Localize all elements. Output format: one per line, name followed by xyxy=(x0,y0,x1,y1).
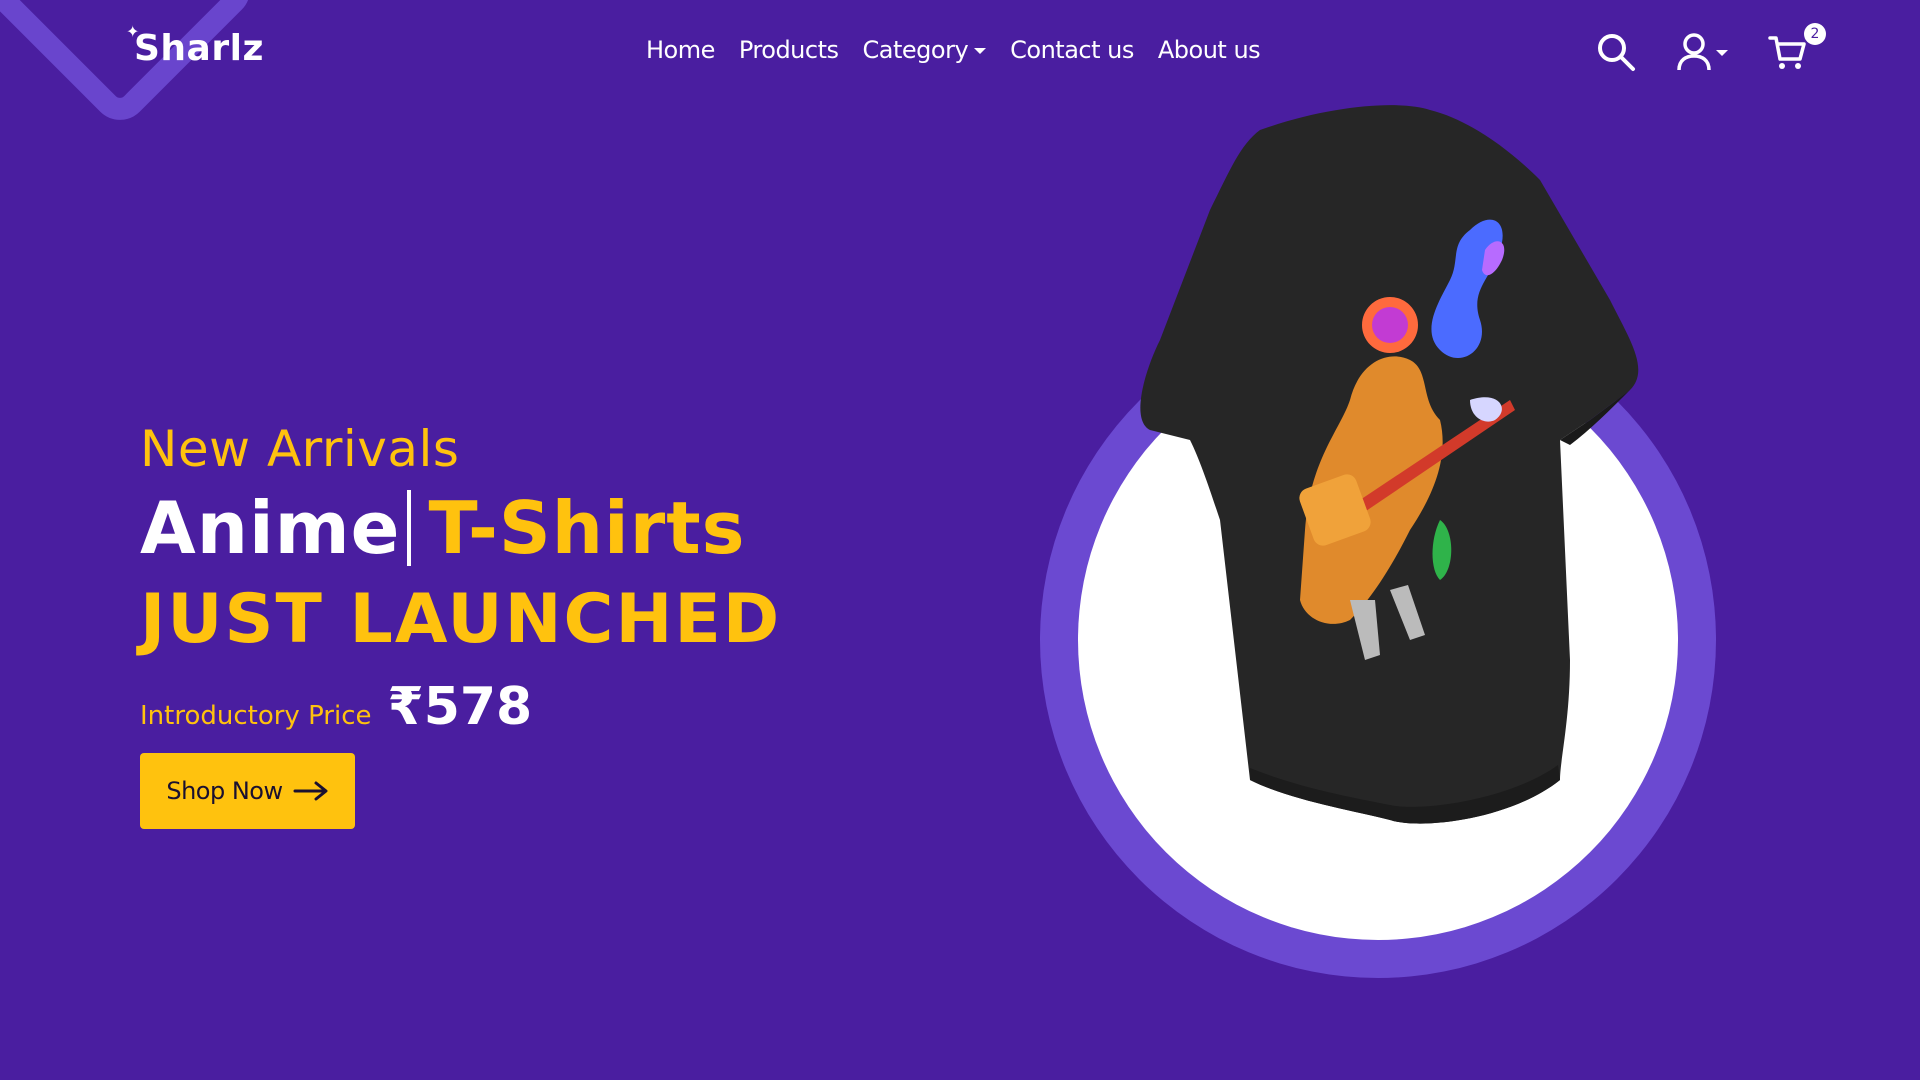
headline-word-1: Anime xyxy=(140,486,401,570)
nav-item-products[interactable]: Products xyxy=(739,36,839,64)
brand-logo[interactable]: ✦ Sharlz xyxy=(126,22,264,69)
hero-subheadline: JUST LAUNCHED xyxy=(140,580,782,659)
search-button[interactable] xyxy=(1596,32,1636,72)
search-icon xyxy=(1598,34,1635,71)
product-visual xyxy=(1040,100,1740,978)
account-menu-button[interactable] xyxy=(1676,32,1728,72)
site-header: ✦ Sharlz Home Products Category Contact … xyxy=(0,0,1920,110)
nav-item-about[interactable]: About us xyxy=(1157,36,1261,64)
cart-icon xyxy=(1768,36,1806,69)
nav-item-contact[interactable]: Contact us xyxy=(1010,36,1134,64)
hero-headline: Anime T-Shirts xyxy=(140,486,781,570)
cart-button[interactable]: 2 xyxy=(1768,23,1826,71)
chevron-down-icon xyxy=(974,48,987,54)
arrow-right-icon xyxy=(293,781,328,801)
nav-item-home[interactable]: Home xyxy=(646,36,715,64)
nav-item-label: About us xyxy=(1157,36,1261,64)
nav-item-label: Contact us xyxy=(1010,36,1134,64)
sparkle-icon: ✦ xyxy=(126,22,140,41)
price-row: Introductory Price ₹578 xyxy=(140,677,781,737)
nav-item-label: Products xyxy=(738,36,839,64)
nav-item-label: Home xyxy=(646,36,715,64)
typing-cursor xyxy=(406,490,411,566)
hero-eyebrow: New Arrivals xyxy=(140,420,460,478)
headline-word-2: T-Shirts xyxy=(428,486,746,570)
tshirt-image[interactable] xyxy=(1090,100,1690,840)
hero-section: New Arrivals Anime T-Shirts JUST LAUNCHE… xyxy=(140,420,781,829)
brand-logo-text: Sharlz xyxy=(134,28,264,69)
shop-now-button[interactable]: Shop Now xyxy=(140,753,355,829)
chevron-down-icon xyxy=(1716,50,1728,56)
cart-count-badge: 2 xyxy=(1804,23,1826,45)
header-actions: 2 xyxy=(1596,23,1826,72)
user-icon xyxy=(1677,33,1711,71)
main-nav: Home Products Category Contact us About … xyxy=(646,36,1261,64)
nav-item-label: Category xyxy=(862,36,969,64)
nav-item-category[interactable]: Category xyxy=(863,36,987,64)
price-value: ₹578 xyxy=(387,677,533,737)
price-label: Introductory Price xyxy=(140,701,372,731)
shop-now-label: Shop Now xyxy=(166,777,283,805)
